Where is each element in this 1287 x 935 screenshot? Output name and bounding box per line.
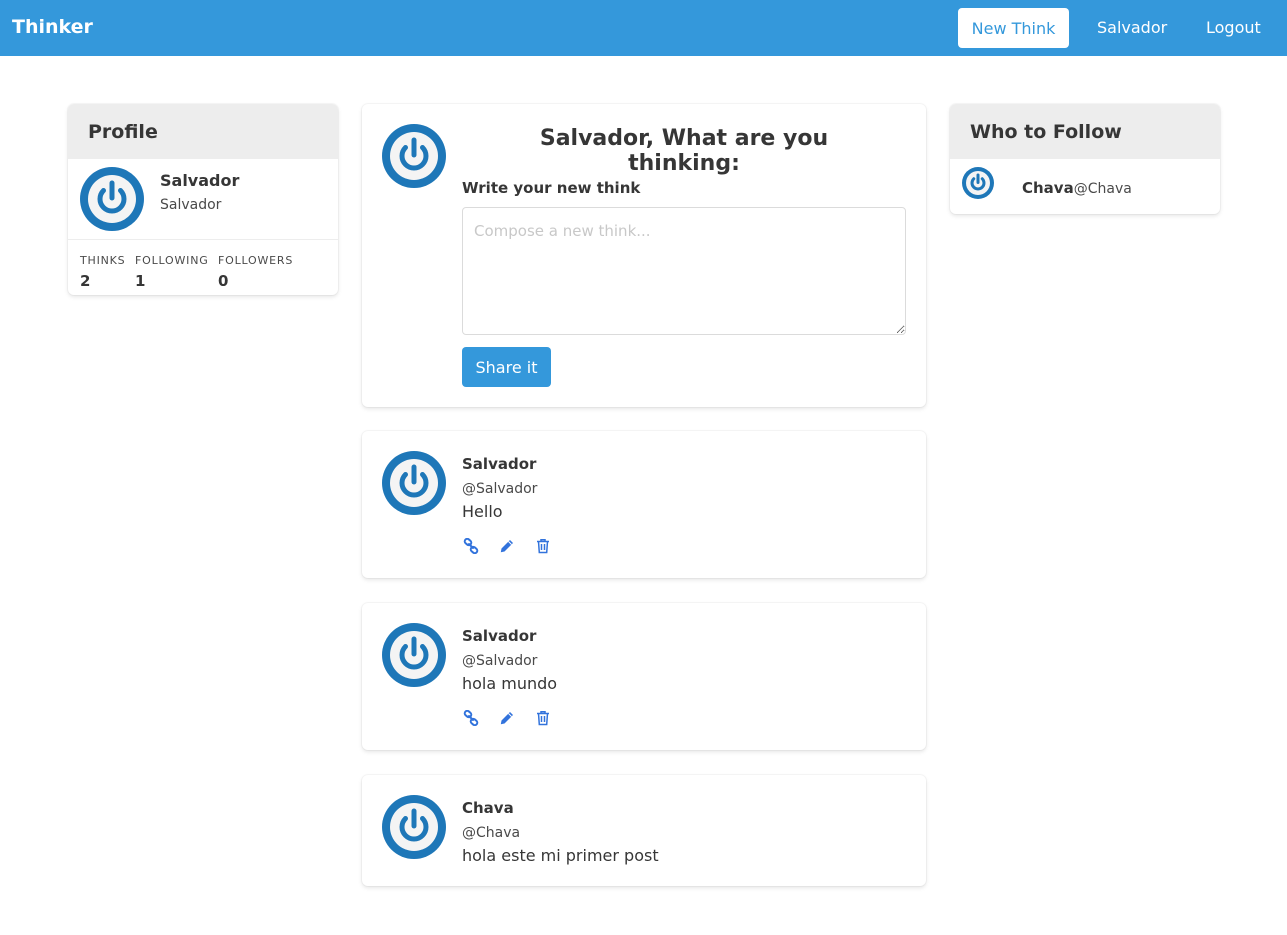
power-icon: [390, 132, 438, 180]
stat-thinks-label: THINKS: [80, 254, 126, 267]
follow-avatar[interactable]: [962, 167, 994, 199]
power-icon: [390, 631, 438, 679]
post-author-handle: @Salvador: [462, 481, 538, 497]
post-author-handle: @Chava: [462, 825, 521, 841]
logout-link[interactable]: Logout: [1206, 18, 1261, 37]
profile-divider: [68, 239, 338, 240]
pencil-icon[interactable]: [498, 709, 516, 727]
profile-username: Salvador: [160, 197, 222, 213]
profile-avatar: [80, 167, 144, 231]
profile-card-title: Profile: [68, 104, 338, 159]
new-think-button[interactable]: New Think: [958, 8, 1069, 48]
post-actions: [462, 537, 570, 555]
who-to-follow-card: Who to Follow Chava@Chava: [950, 104, 1220, 214]
post-text: hola mundo: [462, 674, 558, 693]
post-avatar: [382, 795, 446, 859]
post-text: hola este mi primer post: [462, 846, 659, 865]
power-icon: [966, 171, 990, 195]
who-to-follow-title: Who to Follow: [950, 104, 1220, 159]
profile-name[interactable]: Salvador: [160, 171, 239, 190]
compose-label: Write your new think: [462, 179, 641, 197]
brand-logo[interactable]: Thinker: [12, 16, 93, 38]
power-icon: [390, 459, 438, 507]
post-card: Salvador @Salvador hola mundo: [362, 603, 926, 750]
trash-icon[interactable]: [534, 537, 552, 555]
post-avatar: [382, 451, 446, 515]
post-card: Chava @Chava hola este mi primer post: [362, 775, 926, 886]
navbar: Thinker New Think Salvador Logout: [0, 0, 1287, 56]
follow-user[interactable]: Chava@Chava: [1022, 179, 1132, 197]
stat-following-value[interactable]: 1: [135, 272, 145, 290]
compose-title: Salvador, What are you thinking:: [539, 126, 829, 176]
stat-followers-value[interactable]: 0: [218, 272, 228, 290]
compose-avatar: [382, 124, 446, 188]
link-icon[interactable]: [462, 709, 480, 727]
power-icon: [390, 803, 438, 851]
link-icon[interactable]: [462, 537, 480, 555]
trash-icon[interactable]: [534, 709, 552, 727]
post-avatar: [382, 623, 446, 687]
post-card: Salvador @Salvador Hello: [362, 431, 926, 578]
post-author-handle: @Salvador: [462, 653, 538, 669]
nav-user-link[interactable]: Salvador: [1097, 18, 1167, 37]
compose-card: Salvador, What are you thinking: Write y…: [362, 104, 926, 407]
follow-user-handle: @Chava: [1073, 181, 1132, 197]
post-actions: [462, 709, 570, 727]
post-author-name[interactable]: Salvador: [462, 455, 536, 473]
stat-following-label: FOLLOWING: [135, 254, 209, 267]
share-button[interactable]: Share it: [462, 347, 551, 387]
stat-thinks-value[interactable]: 2: [80, 272, 90, 290]
stat-followers-label: FOLLOWERS: [218, 254, 294, 267]
post-author-name[interactable]: Chava: [462, 799, 514, 817]
compose-textarea[interactable]: [462, 207, 906, 335]
power-icon: [88, 175, 136, 223]
follow-user-name: Chava: [1022, 179, 1074, 197]
pencil-icon[interactable]: [498, 537, 516, 555]
post-author-name[interactable]: Salvador: [462, 627, 536, 645]
post-text: Hello: [462, 502, 503, 521]
profile-card: Profile Salvador Salvador THINKS 2 FOLLO…: [68, 104, 338, 295]
